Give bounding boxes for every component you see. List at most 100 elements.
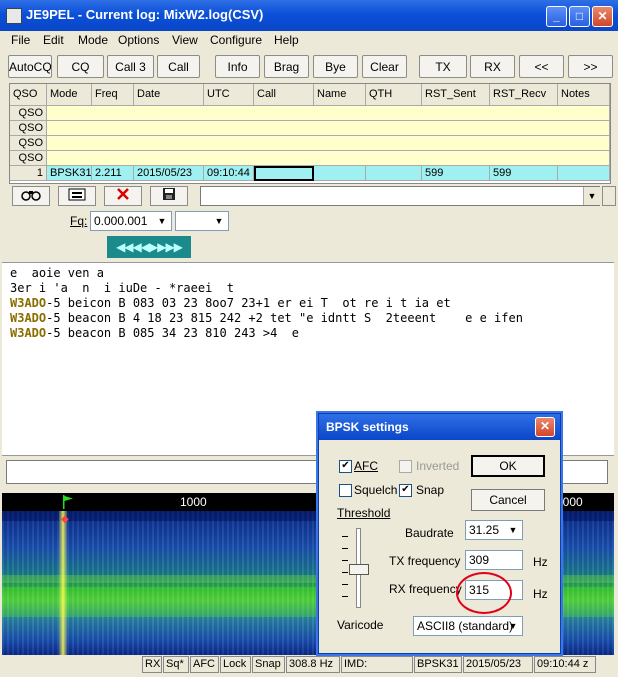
col-notes[interactable]: Notes [558,84,610,106]
menu-help[interactable]: Help [274,33,299,47]
rx-frequency-label: RX frequency [389,582,462,596]
table-row[interactable] [47,106,610,121]
chevron-down-icon[interactable]: ▼ [583,187,600,205]
signal-trace [59,511,67,655]
squelch-checkbox[interactable] [339,484,352,497]
status-lock[interactable]: Lock [220,656,251,673]
tool-icon[interactable] [602,186,616,206]
col-mode[interactable]: Mode [47,84,92,106]
current-utc[interactable]: 09:10:44 [204,166,254,181]
afc-checkbox[interactable]: ✔ [339,460,352,473]
binoculars-icon[interactable] [12,186,50,206]
inverted-checkbox[interactable] [399,460,412,473]
status-frequency: 308.8 Hz [286,656,340,673]
tx-frequency-label: TX frequency [389,554,461,568]
table-row[interactable] [47,121,610,136]
afc-label: AFC [354,459,378,473]
col-utc[interactable]: UTC [204,84,254,106]
chevron-down-icon[interactable]: ▼ [505,521,521,539]
rx-line: e aoie ven a [10,266,104,280]
maximize-button[interactable]: □ [569,6,590,27]
app-icon[interactable] [6,8,22,24]
call3-button[interactable]: Call 3 [107,55,154,78]
menu-file[interactable]: File [11,33,30,47]
call-button[interactable]: Call [157,55,200,78]
keyboard-icon[interactable] [58,186,96,206]
col-rst-sent[interactable]: RST_Sent [422,84,490,106]
col-qso[interactable]: QSO [10,84,47,106]
menu-options[interactable]: Options [118,33,159,47]
current-name[interactable] [314,166,366,181]
flag-icon[interactable] [62,495,74,509]
col-qth[interactable]: QTH [366,84,422,106]
clear-button[interactable]: Clear [362,55,407,78]
table-row[interactable] [47,151,610,166]
cq-button[interactable]: CQ [57,55,104,78]
bye-button[interactable]: Bye [313,55,358,78]
rx-line: W3ADO-5 beacon B 4 18 23 815 242 +2 tet … [10,311,523,325]
menu-edit[interactable]: Edit [43,33,64,47]
tx-button[interactable]: TX [419,55,467,78]
slider-thumb[interactable] [349,564,369,575]
window-title: JE9PEL - Current log: MixW2.log(CSV) [26,7,264,22]
col-rst-recv[interactable]: RST_Recv [490,84,558,106]
col-date[interactable]: Date [134,84,204,106]
title-bar[interactable]: JE9PEL - Current log: MixW2.log(CSV) _ □… [0,0,618,31]
status-mode[interactable]: BPSK31 [414,656,462,673]
highlight-circle [456,572,512,614]
rx-button[interactable]: RX [470,55,515,78]
log-grid[interactable]: QSO Mode Freq Date UTC Call Name QTH RST… [9,83,611,184]
squelch-label: Squelch [354,483,398,497]
col-name[interactable]: Name [314,84,366,106]
current-freq[interactable]: 2.211 [92,166,134,181]
current-notes[interactable] [558,166,610,181]
col-freq[interactable]: Freq [92,84,134,106]
close-button[interactable]: ✕ [592,6,613,27]
scale-label-1000: 1000 [180,495,207,509]
status-snap[interactable]: Snap [252,656,285,673]
tune-buttons[interactable]: ◀◀◀◀▶▶▶▶ [107,236,191,258]
dialog-title: BPSK settings [326,420,409,434]
menu-configure[interactable]: Configure [210,33,262,47]
current-mode[interactable]: BPSK31 [47,166,92,181]
table-row-label: QSO [10,136,47,151]
status-imd: IMD: [341,656,413,673]
table-row-label: QSO [10,121,47,136]
snap-checkbox[interactable]: ✔ [399,484,412,497]
table-row[interactable] [47,136,610,151]
menu-view[interactable]: View [172,33,198,47]
freq-label: Fq: [70,214,88,228]
autocq-button[interactable]: AutoCQ [8,55,52,78]
macro-combo[interactable] [200,186,600,206]
current-call-input[interactable] [254,166,314,181]
status-rx[interactable]: RX [142,656,162,673]
col-call[interactable]: Call [254,84,314,106]
brag-button[interactable]: Brag [264,55,309,78]
threshold-slider[interactable] [337,526,377,608]
save-icon[interactable] [150,186,188,206]
dialog-title-bar[interactable]: BPSK settings ✕ [319,414,560,440]
chevron-down-icon[interactable]: ▼ [154,212,170,230]
status-squelch[interactable]: Sq* [163,656,189,673]
chevron-down-icon[interactable]: ▼ [505,617,521,635]
minimize-button[interactable]: _ [546,6,567,27]
info-button[interactable]: Info [215,55,260,78]
menu-mode[interactable]: Mode [78,33,108,47]
delete-icon[interactable] [104,186,142,206]
dialog-close-button[interactable]: ✕ [535,417,555,437]
tx-frequency-unit: Hz [533,555,548,569]
status-date: 2015/05/23 [463,656,533,673]
rx-line: W3ADO-5 beicon B 083 03 23 8oo7 23+1 er … [10,296,451,310]
current-qth[interactable] [366,166,422,181]
current-rst-sent[interactable]: 599 [422,166,490,181]
cursor-marker-icon[interactable]: ◆ [61,515,69,525]
status-afc[interactable]: AFC [190,656,219,673]
tx-frequency-input[interactable]: 309 [465,550,523,570]
current-rst-recv[interactable]: 599 [490,166,558,181]
next-button[interactable]: >> [568,55,613,78]
current-date[interactable]: 2015/05/23 [134,166,204,181]
prev-button[interactable]: << [519,55,564,78]
ok-button[interactable]: OK [471,455,545,477]
chevron-down-icon[interactable]: ▼ [211,212,227,230]
cancel-button[interactable]: Cancel [471,489,545,511]
